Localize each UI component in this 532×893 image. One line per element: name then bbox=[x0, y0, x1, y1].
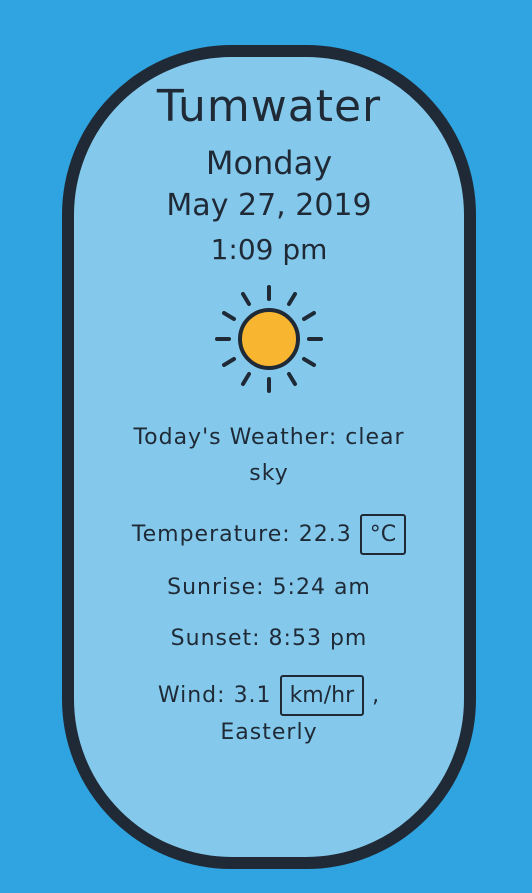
wind-direction: Easterly bbox=[220, 720, 318, 745]
weather-card: Tumwater Monday May 27, 2019 1:09 pm Tod… bbox=[62, 45, 476, 869]
wind-value: 3.1 bbox=[233, 683, 272, 708]
sunrise-label: Sunrise: bbox=[167, 575, 265, 600]
temperature-label: Temperature: bbox=[131, 522, 291, 547]
wind-unit-button[interactable]: km/hr bbox=[279, 675, 365, 716]
time-text: 1:09 pm bbox=[210, 233, 328, 266]
temperature-value: 22.3 bbox=[298, 522, 352, 547]
wind-separator: , bbox=[372, 683, 381, 708]
weather-summary: Today's Weather: clear sky bbox=[74, 420, 464, 492]
sunset-label: Sunset: bbox=[170, 626, 261, 651]
sunset-row: Sunset: 8:53 pm bbox=[74, 626, 464, 651]
weather-content: Tumwater Monday May 27, 2019 1:09 pm Tod… bbox=[74, 57, 464, 745]
sunrise-row: Sunrise: 5:24 am bbox=[74, 575, 464, 600]
temperature-row: Temperature: 22.3 °C bbox=[74, 514, 464, 555]
day-name: Monday bbox=[205, 144, 333, 182]
city-name: Tumwater bbox=[156, 81, 382, 132]
sunrise-value: 5:24 am bbox=[272, 575, 371, 600]
weather-summary-label: Today's Weather: bbox=[133, 425, 338, 450]
sunset-value: 8:53 pm bbox=[268, 626, 368, 651]
wind-row: Wind: 3.1 km/hr , bbox=[74, 675, 464, 716]
date-text: May 27, 2019 bbox=[166, 188, 372, 223]
sun-icon bbox=[215, 285, 323, 393]
temperature-unit-button[interactable]: °C bbox=[359, 514, 407, 555]
wind-label: Wind: bbox=[157, 683, 226, 708]
